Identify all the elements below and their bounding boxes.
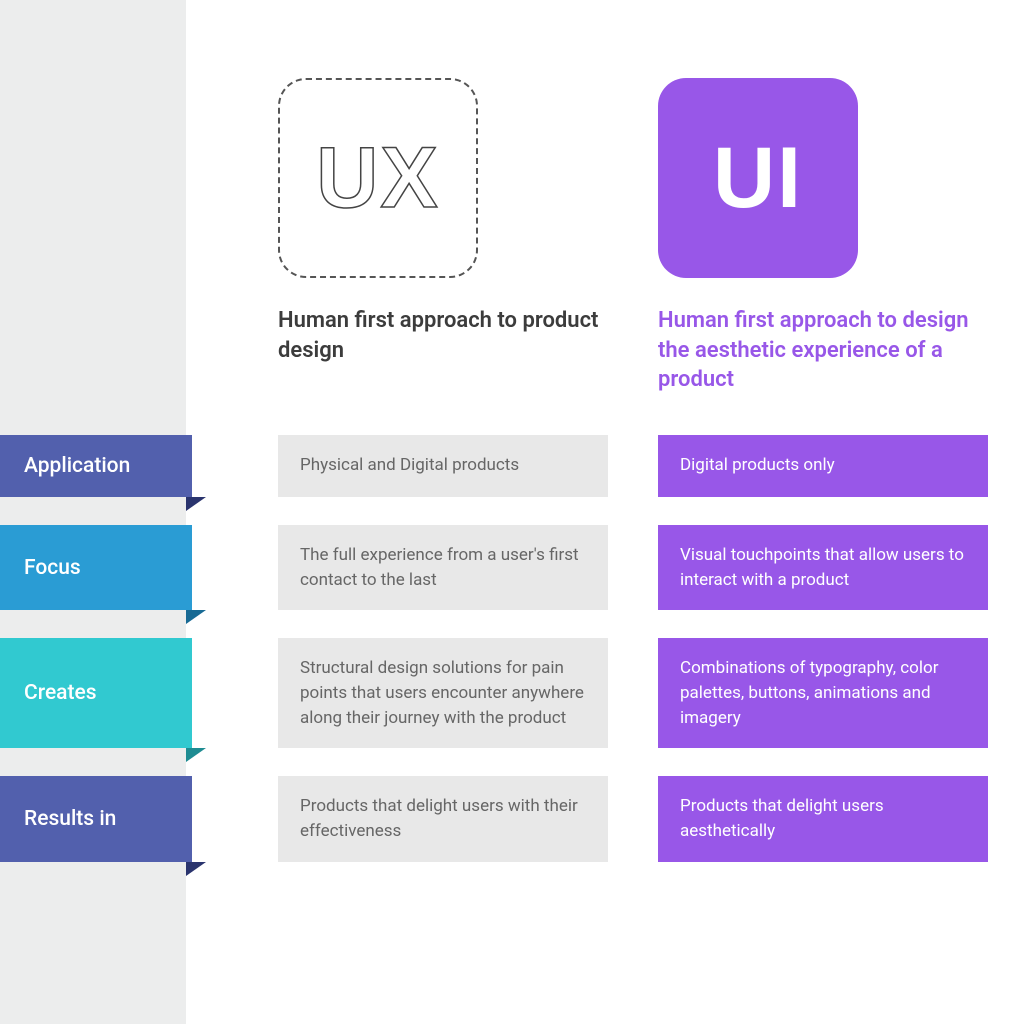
ui-badge-box: UI xyxy=(658,78,858,278)
row-label: Results in xyxy=(0,776,192,861)
ui-column-header: UI Human first approach to design the ae… xyxy=(658,78,988,395)
row-application: Application Physical and Digital product… xyxy=(0,435,1024,497)
ux-cell: Structural design solutions for pain poi… xyxy=(278,638,608,748)
ribbon-fold-icon xyxy=(186,610,206,624)
ui-subtitle: Human first approach to design the aesth… xyxy=(658,306,988,395)
ui-badge-text: UI xyxy=(713,129,803,228)
row-results-in: Results in Products that delight users w… xyxy=(0,776,1024,861)
row-label: Focus xyxy=(0,525,192,610)
ux-cell: Physical and Digital products xyxy=(278,435,608,497)
row-label: Application xyxy=(0,435,192,497)
row-focus: Focus The full experience from a user's … xyxy=(0,525,1024,610)
ux-badge-box: UX xyxy=(278,78,478,278)
comparison-grid: UX Human first approach to product desig… xyxy=(0,0,1024,890)
ribbon-fold-icon xyxy=(186,497,206,511)
ux-cell: The full experience from a user's first … xyxy=(278,525,608,610)
header-row: UX Human first approach to product desig… xyxy=(0,78,1024,395)
row-label: Creates xyxy=(0,638,192,748)
ui-cell: Digital products only xyxy=(658,435,988,497)
ui-cell: Combinations of typography, color palett… xyxy=(658,638,988,748)
ui-cell: Products that delight users aestheticall… xyxy=(658,776,988,861)
ux-subtitle: Human first approach to product design xyxy=(278,306,608,365)
row-creates: Creates Structural design solutions for … xyxy=(0,638,1024,748)
ui-cell: Visual touchpoints that allow users to i… xyxy=(658,525,988,610)
ux-badge-text: UX xyxy=(316,129,439,228)
ribbon-fold-icon xyxy=(186,748,206,762)
ux-column-header: UX Human first approach to product desig… xyxy=(278,78,608,395)
ux-cell: Products that delight users with their e… xyxy=(278,776,608,861)
ribbon-fold-icon xyxy=(186,862,206,876)
